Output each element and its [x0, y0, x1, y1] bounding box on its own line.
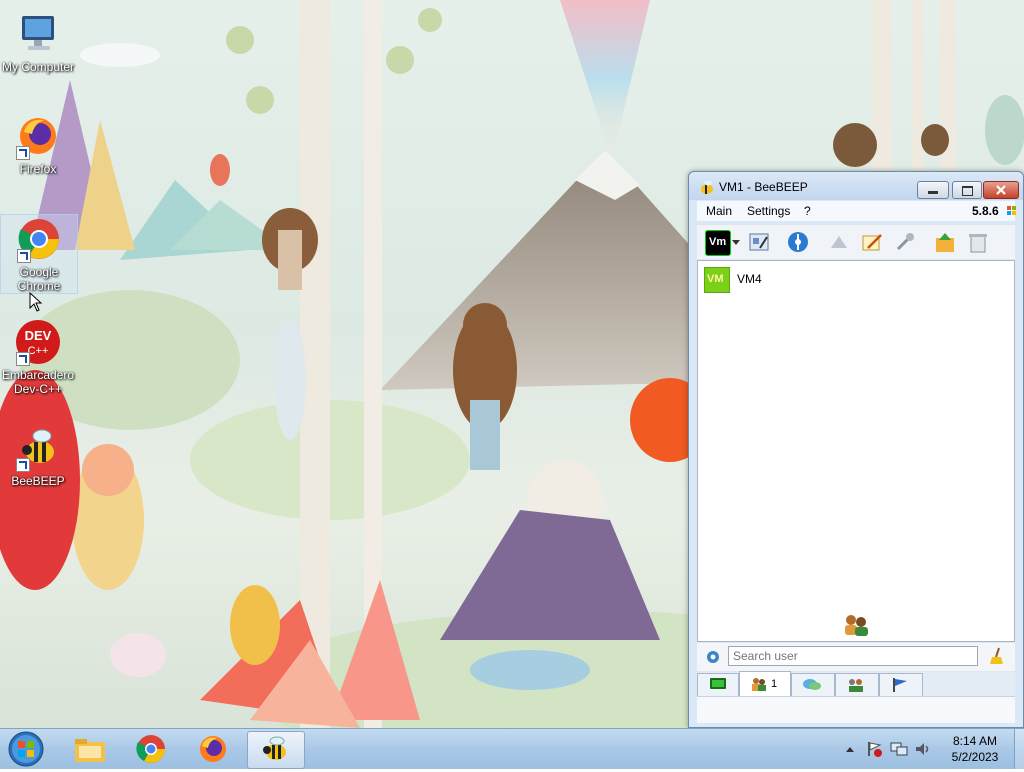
version-label: 5.8.6: [972, 204, 999, 218]
search-row: [697, 643, 1015, 671]
minimize-button[interactable]: [917, 181, 949, 199]
menu-main[interactable]: Main: [706, 204, 732, 218]
status-button[interactable]: Vm: [705, 230, 731, 256]
shortcut-arrow-icon: [16, 352, 30, 366]
profile-edit-icon[interactable]: [747, 230, 771, 254]
windows-start-icon: [8, 731, 44, 767]
start-button[interactable]: [6, 729, 46, 769]
clear-search-broom-icon[interactable]: [989, 647, 1005, 665]
svg-text:C++: C++: [28, 345, 49, 357]
tab-home[interactable]: [697, 673, 739, 696]
clock-date: 5/2/2023: [951, 750, 999, 764]
chrome-icon: [136, 735, 165, 763]
beebeep-icon: [263, 736, 286, 760]
desktop-icon-firefox[interactable]: Firefox: [0, 112, 76, 176]
users-icon: [752, 678, 766, 691]
network-icon[interactable]: [786, 230, 810, 254]
shortcut-arrow-icon: [16, 146, 30, 160]
taskbar-file-explorer[interactable]: [62, 731, 118, 767]
firefox-icon: [200, 736, 226, 762]
user-list[interactable]: VM VM4: [697, 260, 1015, 642]
dev-cpp-icon: DEV C++: [14, 318, 62, 366]
user-name: VM4: [737, 272, 762, 286]
window-title: VM1 - BeeBEEP: [719, 180, 808, 194]
taskbar: 8:14 AM 5/2/2023: [0, 728, 1024, 769]
taskbar-firefox[interactable]: [185, 731, 241, 767]
monitor-icon: [710, 678, 726, 689]
action-center-flag-icon[interactable]: [866, 741, 882, 757]
desktop-icon-label: Google Chrome: [17, 265, 61, 293]
close-icon: [996, 185, 1006, 195]
clock[interactable]: 8:14 AM 5/2/2023: [940, 733, 1010, 765]
minimize-icon: [928, 191, 938, 194]
taskbar-chrome[interactable]: [123, 731, 179, 767]
clear-icon[interactable]: [966, 230, 990, 254]
clock-time: 8:14 AM: [952, 734, 998, 748]
users-group-icon: [845, 615, 868, 636]
chrome-icon: [15, 215, 63, 263]
user-row-vm4[interactable]: VM VM4: [704, 267, 1004, 293]
write-message-icon[interactable]: [860, 230, 884, 254]
show-hidden-icons-chevron-icon[interactable]: [845, 744, 855, 754]
beebeep-window[interactable]: VM1 - BeeBEEP Main Settings ? 5.8.6 Vm V…: [688, 171, 1024, 728]
toolbar: Vm: [697, 224, 1015, 259]
menu-help[interactable]: ?: [804, 204, 811, 218]
computer-icon: [14, 10, 62, 58]
menu-settings[interactable]: Settings: [747, 204, 790, 218]
desktop-icon-label: My Computer: [1, 60, 75, 74]
tab-chats[interactable]: [791, 673, 835, 696]
menu-bar: Main Settings ? 5.8.6: [697, 201, 1016, 221]
desktop-icon-beebeep[interactable]: BeeBEEP: [0, 424, 76, 488]
tab-users[interactable]: 1: [739, 671, 791, 697]
desktop-icon-label: Firefox: [19, 162, 57, 176]
flag-icon: [893, 678, 907, 692]
chat-icon: [803, 679, 821, 690]
maximize-button[interactable]: [952, 181, 982, 199]
tab-flags[interactable]: [879, 673, 923, 696]
user-badge-label: VM: [707, 273, 724, 285]
network-status-icon[interactable]: [890, 741, 908, 757]
show-desktop-button[interactable]: [1014, 729, 1024, 769]
upload-icon[interactable]: [933, 230, 957, 254]
close-button[interactable]: [983, 181, 1019, 199]
tab-bar: 1: [697, 671, 1015, 697]
tab-groups[interactable]: [835, 673, 879, 696]
file-explorer-icon: [75, 739, 105, 762]
group-icon: [849, 679, 863, 692]
tools-icon[interactable]: [893, 230, 917, 254]
search-user-input[interactable]: [728, 646, 978, 666]
send-file-icon[interactable]: [827, 230, 851, 254]
desktop-icon-dev-cpp[interactable]: DEV C++ Embarcadero Dev-C++: [0, 318, 76, 396]
shortcut-arrow-icon: [17, 249, 31, 263]
user-badge: VM: [704, 267, 730, 293]
title-bar[interactable]: VM1 - BeeBEEP: [689, 172, 1023, 200]
bottom-panel: [697, 696, 1015, 723]
maximize-icon: [962, 186, 973, 196]
taskbar-beebeep[interactable]: [247, 731, 305, 769]
mouse-cursor-icon: [29, 292, 43, 312]
users-count: 1: [771, 678, 778, 690]
svg-text:DEV: DEV: [25, 328, 52, 343]
beebeep-app-icon: [701, 180, 713, 194]
status-dropdown-icon[interactable]: [731, 230, 741, 254]
status-logo: Vm: [709, 236, 727, 248]
volume-icon[interactable]: [914, 741, 932, 757]
desktop-icon-label: Embarcadero Dev-C++: [1, 368, 75, 396]
beebeep-icon: [14, 424, 62, 472]
desktop-icon-google-chrome[interactable]: Google Chrome: [0, 214, 78, 294]
desktop-icon-my-computer[interactable]: My Computer: [0, 10, 76, 74]
firefox-icon: [14, 112, 62, 160]
search-options-gear-icon[interactable]: [705, 649, 721, 665]
windows-flag-icon: [1007, 206, 1016, 215]
shortcut-arrow-icon: [16, 458, 30, 472]
desktop-icon-label: BeeBEEP: [11, 474, 65, 488]
